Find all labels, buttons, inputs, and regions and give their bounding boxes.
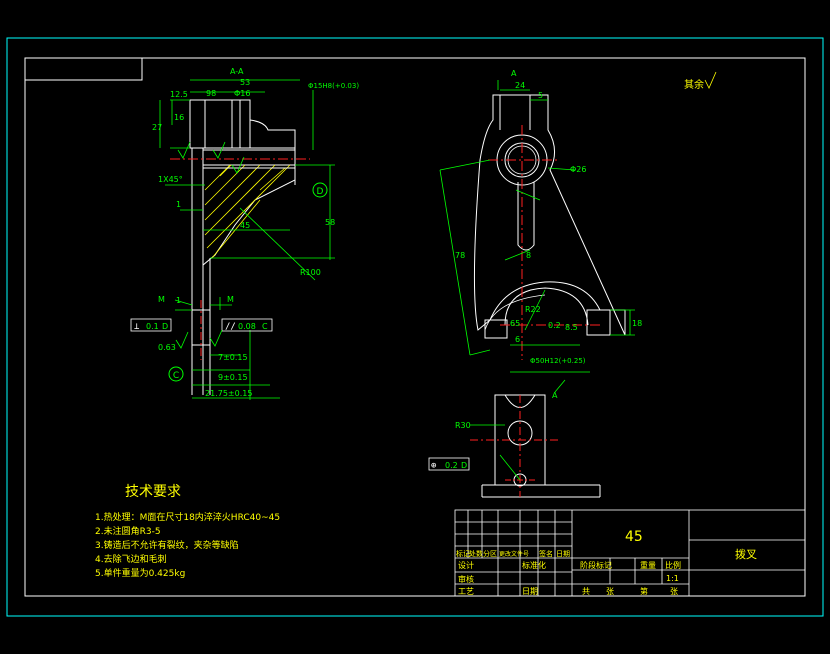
dim-phi16: Φ16 <box>234 89 250 98</box>
label-m-right: M <box>227 295 234 304</box>
section-view-a-a: D C ⊥ 0.1 D // 0.08 C A-A 53 98 Φ16 12.5… <box>130 67 359 400</box>
datum-c-label: C <box>173 371 179 381</box>
label-other-roughness: 其余 <box>684 78 704 91</box>
perp-symbol: ⊥ <box>134 322 140 332</box>
par-ref: C <box>262 322 268 331</box>
par-symbol: // <box>225 322 236 332</box>
technical-requirements: 技术要求 1.热处理：M面在尺寸18内淬淬火HRC40~45 2.未注圆角R3-… <box>95 484 280 579</box>
label-section-aa: A-A <box>230 67 244 76</box>
label-weight: 重量 <box>640 560 656 570</box>
dim-6: 6 <box>515 335 520 344</box>
label-review: 审核 <box>458 574 474 584</box>
label-sheet-of: 第 <box>640 586 648 596</box>
note-item-4: 4.去除飞边和毛刺 <box>95 553 167 565</box>
dim-phi26: Φ26 <box>570 165 586 174</box>
dim-r100: R100 <box>300 268 321 277</box>
left-dimension-lines <box>159 79 335 400</box>
notes-title: 技术要求 <box>125 484 181 500</box>
note-item-2: 2.未注圆角R3-5 <box>95 525 161 537</box>
label-total: 共 <box>582 587 590 596</box>
note-item-3: 3.铸造后不允许有裂纹，夹杂等缺陷 <box>95 539 239 551</box>
view-arrow-a-top: A <box>511 69 517 78</box>
fork-outline <box>473 94 626 336</box>
position-ref: D <box>461 461 467 470</box>
dim-24: 24 <box>515 81 525 90</box>
material-text: 45 <box>625 529 643 545</box>
dim-78: 78 <box>455 251 465 260</box>
dim-45: 45 <box>240 221 250 230</box>
dim-1: 1 <box>176 200 181 209</box>
dim-1b: 1 <box>176 296 181 305</box>
part-name: 拨叉 <box>735 547 757 561</box>
perp-value: 0.1 <box>146 322 159 331</box>
note-item-5: 5.单件重量为0.425kg <box>95 567 185 579</box>
dim-phi50: Φ50H12(+0.25) <box>530 357 586 365</box>
right-dimension-lines <box>439 80 635 393</box>
row-label-4: 更改文件号 <box>499 550 529 558</box>
dim-21-75: 21.75±0.15 <box>205 389 252 398</box>
main-view: A A 24 5 Φ26 78 R22 8 65 Φ50H12(+0.25) 1… <box>439 69 717 400</box>
dim-r22: R22 <box>525 305 541 314</box>
dim-7: 7±0.15 <box>218 353 248 362</box>
scale-value: 1:1 <box>666 574 679 583</box>
dim-58: 58 <box>325 218 335 227</box>
dim-bore-phi: Φ15H8(+0.03) <box>308 82 359 90</box>
perp-ref: D <box>162 322 168 331</box>
row-label-1: 标记 <box>456 549 470 558</box>
label-zhang-1: 张 <box>606 587 614 596</box>
dim-8: 8 <box>526 251 531 260</box>
dim-27: 27 <box>152 123 162 132</box>
label-design: 设计 <box>458 560 474 570</box>
top-boss <box>189 99 251 149</box>
drawing-canvas: D C ⊥ 0.1 D // 0.08 C A-A 53 98 Φ16 12.5… <box>6 37 824 617</box>
dim-chamfer: 1X45° <box>158 175 183 184</box>
label-stage-mark: 阶段标记 <box>580 560 612 570</box>
note-item-1: 1.热处理：M面在尺寸18内淬淬火HRC40~45 <box>95 511 280 523</box>
code-box <box>24 57 143 81</box>
position-symbol: ⊕ <box>431 461 436 471</box>
row-label-2: 处数 <box>469 549 483 558</box>
dim-r30: R30 <box>455 421 471 430</box>
dim-16: 16 <box>174 113 184 122</box>
dim-53: 53 <box>240 78 250 87</box>
label-scale: 比例 <box>665 560 681 570</box>
section-body <box>202 164 296 267</box>
position-value: 0.2 <box>445 461 458 470</box>
label-m-left: M <box>158 295 165 304</box>
par-value: 0.08 <box>238 322 256 331</box>
dim-5: 5 <box>538 91 543 100</box>
dim-0-2: 0.2 <box>548 321 561 330</box>
drawing-sheet: D C ⊥ 0.1 D // 0.08 C A-A 53 98 Φ16 12.5… <box>0 0 830 654</box>
dim-98: 98 <box>206 89 216 98</box>
label-process: 工艺 <box>458 587 474 596</box>
label-zhang-2: 张 <box>670 587 678 596</box>
label-standard: 标准化 <box>522 560 546 570</box>
dim-65: 65 <box>510 319 520 328</box>
dim-12-5: 12.5 <box>170 90 188 99</box>
datum-d-label: D <box>317 187 324 197</box>
label-approve: 日期 <box>522 587 538 596</box>
view-arrow-a-bottom: A <box>552 391 558 400</box>
dim-9: 9±0.15 <box>218 373 248 382</box>
row-label-6: 日期 <box>556 550 570 558</box>
dim-18: 18 <box>632 319 642 328</box>
row-label-3: 分区 <box>483 549 497 558</box>
row-label-5: 签名 <box>539 549 553 558</box>
roughness-other-icon <box>704 71 717 89</box>
bottom-view: R30 ⊕ 0.2 D <box>428 394 601 498</box>
dim-8-5: 8.5 <box>565 323 578 332</box>
dim-0-63: 0.63 <box>158 343 176 352</box>
